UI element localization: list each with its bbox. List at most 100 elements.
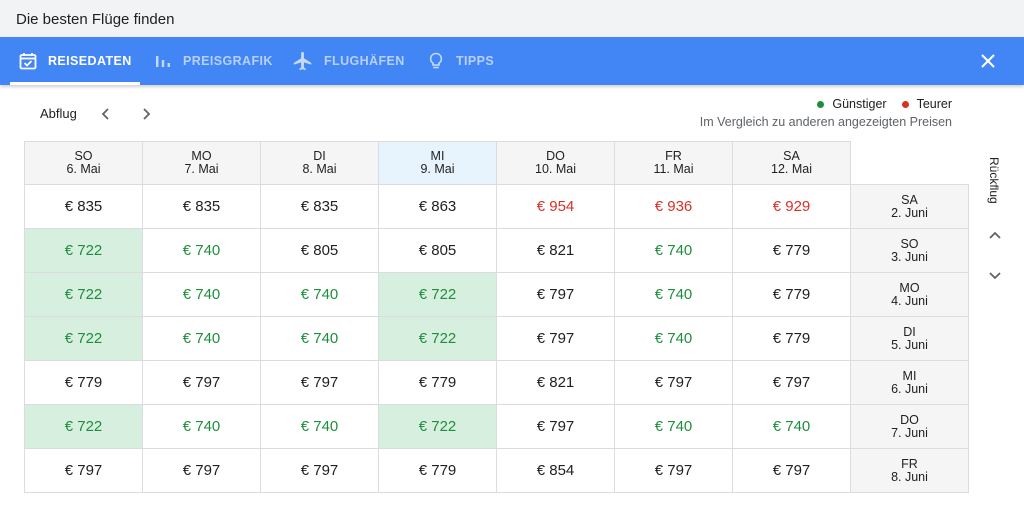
departure-date: 12. Mai [771,162,812,176]
price-cell[interactable]: € 797 [24,448,143,493]
departure-date: 10. Mai [535,162,576,176]
price-cell[interactable]: € 740 [260,404,379,449]
price-cell[interactable]: € 740 [732,404,851,449]
departure-prev-button[interactable] [96,104,116,124]
table-row: € 722 € 740 € 740 € 722 € 797 € 740 € 779 MO 4. … [24,272,969,317]
chevron-up-icon [989,231,1001,239]
tab-tipps[interactable]: TIPPS [426,37,494,85]
price-cell[interactable]: € 797 [260,448,379,493]
legend-dot-cheaper [817,100,825,108]
lightbulb-icon [429,52,443,69]
tab-preisgrafik[interactable]: PREISGRAFIK [153,37,273,85]
table-row: € 722 € 740 € 740 € 722 € 797 € 740 € 779 DI 5. … [24,316,969,361]
price-cell[interactable]: € 722 [24,272,143,317]
departure-next-button[interactable] [136,104,156,124]
price-cell[interactable]: € 797 [260,360,379,405]
departure-date-header[interactable]: MO 7. Mai [142,141,261,185]
return-date-header[interactable]: SA 2. Juni [850,184,969,229]
departure-date-header[interactable]: DO 10. Mai [496,141,615,185]
tab-label: FLUGHÄFEN [324,54,405,68]
price-cell[interactable]: € 936 [614,184,733,229]
price-cell[interactable]: € 722 [24,228,143,273]
page-title: Die besten Flüge finden [16,11,175,28]
close-button[interactable] [978,51,998,71]
return-date-header[interactable]: DO 7. Juni [850,404,969,449]
tab-label: REISEDATEN [48,54,132,68]
price-cell[interactable]: € 821 [496,360,615,405]
return-day: SO [900,236,919,251]
price-cell[interactable]: € 779 [378,448,497,493]
table-row: € 797 € 797 € 797 € 779 € 854 € 797 € 797 FR 8. … [24,448,969,493]
price-cell[interactable]: € 797 [496,272,615,317]
return-label: Rückflug [985,157,1005,209]
price-cell[interactable]: € 740 [260,272,379,317]
return-date-header[interactable]: DI 5. Juni [850,316,969,361]
price-cell[interactable]: € 805 [260,228,379,273]
departure-date-header[interactable]: MI 9. Mai [378,141,497,185]
price-cell[interactable]: € 740 [260,316,379,361]
price-cell[interactable]: € 821 [496,228,615,273]
price-cell[interactable]: € 740 [142,316,261,361]
price-cell[interactable]: € 863 [378,184,497,229]
return-date: 5. Juni [891,337,928,352]
price-cell[interactable]: € 929 [732,184,851,229]
price-cell[interactable]: € 722 [378,404,497,449]
price-cell[interactable]: € 779 [378,360,497,405]
price-cell[interactable]: € 835 [260,184,379,229]
price-cell[interactable]: € 797 [142,448,261,493]
price-cell[interactable]: € 779 [24,360,143,405]
price-cell[interactable]: € 835 [142,184,261,229]
return-date: 2. Juni [891,205,928,220]
return-date-header[interactable]: SO 3. Juni [850,228,969,273]
return-day: FR [901,456,918,471]
legend-dot-pricier [901,100,909,108]
price-cell[interactable]: € 740 [142,404,261,449]
departure-date: 7. Mai [184,162,219,176]
price-cell[interactable]: € 797 [614,448,733,493]
return-date: 4. Juni [891,293,928,308]
price-cell[interactable]: € 740 [142,272,261,317]
tab-label: PREISGRAFIK [183,54,273,68]
return-date: 7. Juni [891,425,928,440]
table-row: € 779 € 797 € 797 € 779 € 821 € 797 € 797 MI 6. … [24,360,969,405]
bar-chart-icon [156,56,170,67]
price-cell[interactable]: € 954 [496,184,615,229]
return-date: 6. Juni [891,381,928,396]
price-cell[interactable]: € 854 [496,448,615,493]
legend-label-pricier: Teurer [916,97,952,111]
return-prev-button[interactable] [985,226,1005,246]
price-cell[interactable]: € 797 [142,360,261,405]
departure-date-header[interactable]: DI 8. Mai [260,141,379,185]
price-cell[interactable]: € 779 [732,228,851,273]
return-date-header[interactable]: MO 4. Juni [850,272,969,317]
price-cell[interactable]: € 805 [378,228,497,273]
price-cell[interactable]: € 797 [732,448,851,493]
price-cell[interactable]: € 797 [732,360,851,405]
return-next-button[interactable] [985,265,1005,285]
departure-date-header[interactable]: FR 11. Mai [614,141,733,185]
price-cell[interactable]: € 722 [24,404,143,449]
price-cell[interactable]: € 797 [496,404,615,449]
price-cell[interactable]: € 740 [614,272,733,317]
price-cell[interactable]: € 740 [614,404,733,449]
return-date-header[interactable]: MI 6. Juni [850,360,969,405]
price-cell[interactable]: € 835 [24,184,143,229]
price-cell[interactable]: € 740 [142,228,261,273]
price-cell[interactable]: € 779 [732,316,851,361]
departure-date-header[interactable]: SA 12. Mai [732,141,851,185]
price-cell[interactable]: € 740 [614,228,733,273]
price-cell[interactable]: € 722 [378,316,497,361]
return-day: SA [901,192,918,207]
tab-flughaefen[interactable]: FLUGHÄFEN [292,37,405,85]
price-cell[interactable]: € 722 [378,272,497,317]
price-cell[interactable]: € 740 [614,316,733,361]
tab-bar: REISEDATEN PREISGRAFIK FLUGHÄFEN TIPPS [0,37,1024,85]
price-cell[interactable]: € 779 [732,272,851,317]
price-cell[interactable]: € 797 [614,360,733,405]
tab-reisedaten[interactable]: REISEDATEN [10,37,140,85]
departure-date-header[interactable]: SO 6. Mai [24,141,143,185]
return-date-header[interactable]: FR 8. Juni [850,448,969,493]
price-cell[interactable]: € 797 [496,316,615,361]
calendar-check-icon [19,53,37,70]
price-cell[interactable]: € 722 [24,316,143,361]
